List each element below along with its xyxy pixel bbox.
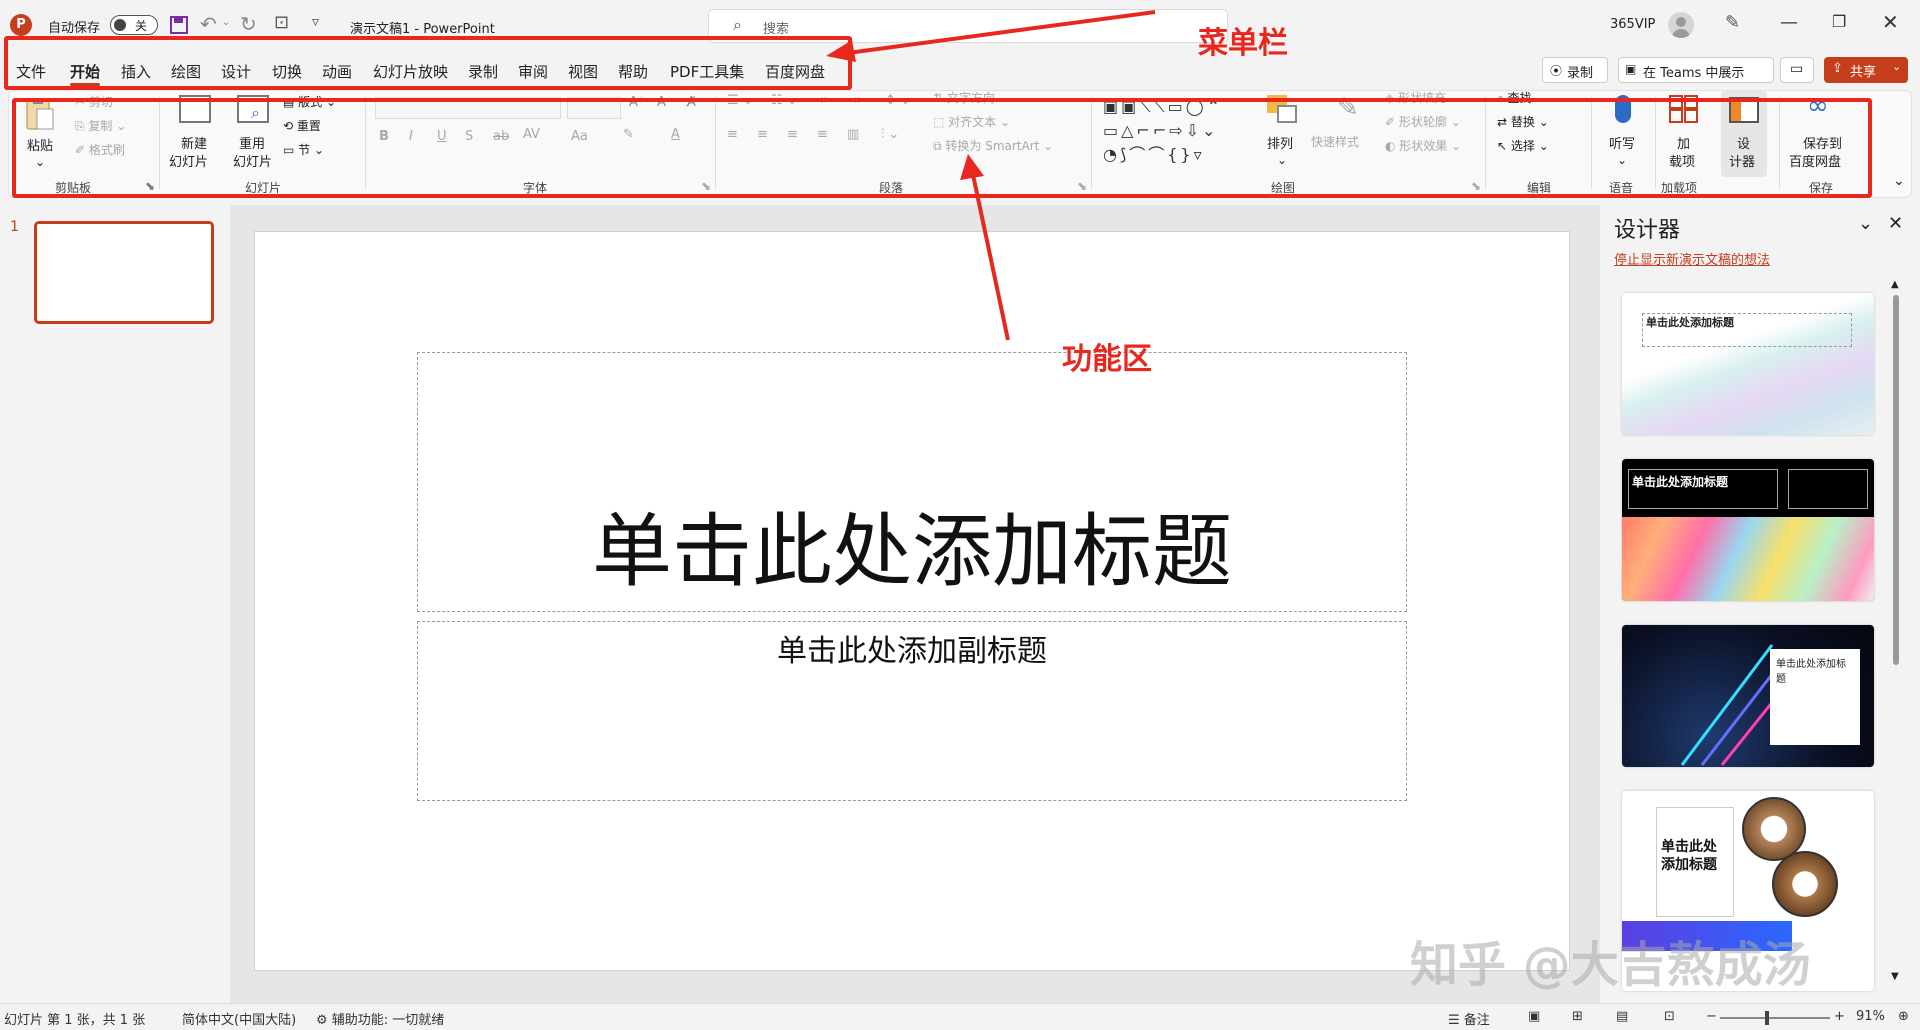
pane-options-icon[interactable]: ⌄ xyxy=(1858,213,1873,234)
account-name[interactable]: 365VIP xyxy=(1610,17,1655,32)
idea-2-title: 单击此处添加标题 xyxy=(1632,475,1729,489)
customize-toolbar-icon[interactable]: ▿ xyxy=(312,14,319,30)
pen-icon[interactable]: ✎ xyxy=(1725,12,1740,33)
menubar-highlight-box xyxy=(4,36,852,90)
search-icon: ⌕ xyxy=(733,15,742,34)
fit-slide-icon[interactable]: ⊕ xyxy=(1898,1009,1909,1024)
ribbon-highlight-box xyxy=(12,98,1872,198)
notes-button[interactable]: ☰ 备注 xyxy=(1448,1009,1490,1028)
idea-title-box: 单击此处添加标题 xyxy=(1642,313,1852,347)
idea-title-box: 单击此处添加标题 xyxy=(1628,469,1778,509)
avatar-body xyxy=(1672,29,1690,38)
idea-title-box: 单击此处添加标题 xyxy=(1656,807,1734,917)
share-icon: ⇪ xyxy=(1832,61,1843,76)
language-status[interactable]: 简体中文(中国大陆) xyxy=(182,1009,296,1028)
slide-count: 幻灯片 第 1 张，共 1 张 xyxy=(4,1013,146,1028)
accessibility-status[interactable]: ⚙ 辅助功能: 一切就绪 xyxy=(316,1009,444,1028)
slide-title: 单击此处添加标题 xyxy=(592,505,1232,598)
autosave-label: 自动保存 xyxy=(48,21,101,36)
pane-close-icon[interactable]: ✕ xyxy=(1888,213,1903,234)
slide-number: 1 xyxy=(10,219,19,235)
photo-circle-2 xyxy=(1772,851,1838,917)
ribbon-collapse-icon[interactable]: ⌄ xyxy=(1893,173,1905,189)
stop-showing-ideas-link[interactable]: 停止显示新演示文稿的想法 xyxy=(1614,249,1770,268)
notes-label: 备注 xyxy=(1463,1013,1490,1028)
zoom-level[interactable]: 91% xyxy=(1856,1009,1885,1024)
pane-scrollbar[interactable]: ▲ ▼ xyxy=(1891,279,1900,989)
document-title: 演示文稿1 - PowerPoint xyxy=(350,22,495,37)
design-idea-3[interactable]: 单击此处添加标题 xyxy=(1622,625,1874,767)
teams-present-button[interactable]: ▣ 在 Teams 中展示 xyxy=(1618,57,1774,83)
accessibility-icon: ⚙ xyxy=(316,1013,328,1028)
record-button[interactable]: ⦿ 录制 xyxy=(1542,57,1608,83)
watermark: 知乎 @大吉熬成汤 xyxy=(1410,937,1811,993)
redo-icon[interactable]: ↻ xyxy=(240,12,257,36)
slide-canvas[interactable]: 单击此处添加标题 单击此处添加副标题 xyxy=(254,231,1570,971)
save-icon[interactable] xyxy=(168,14,190,36)
design-idea-2[interactable]: 单击此处添加标题 xyxy=(1622,459,1874,601)
comments-button[interactable]: ▭ xyxy=(1780,57,1814,83)
subtitle-placeholder[interactable]: 单击此处添加副标题 xyxy=(417,621,1407,801)
share-label: 共享 xyxy=(1850,65,1877,80)
teams-icon: ▣ xyxy=(1625,62,1637,76)
powerpoint-logo-icon: P xyxy=(10,14,32,36)
designer-pane: 设计器 ⌄ ✕ 停止显示新演示文稿的想法 ▲ ▼ 单击此处添加标题 单击此处添加… xyxy=(1410,205,1920,1003)
avatar[interactable] xyxy=(1668,12,1694,38)
comment-icon: ▭ xyxy=(1790,61,1804,77)
slide-thumbnail[interactable] xyxy=(34,221,214,324)
slideshow-view-icon[interactable]: ⊡ xyxy=(1664,1009,1675,1024)
idea-4-title: 单击此处添加标题 xyxy=(1661,839,1717,873)
teams-present-label: 在 Teams 中展示 xyxy=(1643,66,1745,81)
zoom-slider-track[interactable] xyxy=(1720,1017,1830,1019)
avatar-head xyxy=(1676,17,1686,27)
undo-dropdown-icon[interactable]: ⌄ xyxy=(222,17,230,28)
notes-icon: ☰ xyxy=(1448,1013,1460,1028)
zoom-slider-thumb[interactable] xyxy=(1765,1011,1769,1025)
menubar-annotation-label: 菜单栏 xyxy=(1198,26,1288,61)
idea-subtitle-box xyxy=(1788,469,1868,509)
accessibility-label: 辅助功能: 一切就绪 xyxy=(331,1013,445,1028)
ribbon-annotation-label: 功能区 xyxy=(1062,342,1152,377)
autosave-state: 关 xyxy=(135,19,148,33)
designer-pane-title: 设计器 xyxy=(1614,218,1681,243)
reading-view-icon[interactable]: ▤ xyxy=(1616,1009,1628,1024)
title-placeholder[interactable]: 单击此处添加标题 xyxy=(417,352,1407,612)
scroll-thumb[interactable] xyxy=(1893,295,1899,665)
minimize-icon[interactable]: — xyxy=(1780,12,1798,33)
undo-icon[interactable]: ↶ xyxy=(200,12,217,36)
scroll-up-icon[interactable]: ▲ xyxy=(1891,279,1899,290)
slide-sorter-icon[interactable]: ⊞ xyxy=(1572,1009,1583,1024)
search-placeholder: 搜索 xyxy=(763,22,790,37)
share-button[interactable]: ⇪ 共享 ⌄ xyxy=(1824,57,1908,83)
toggle-knob xyxy=(114,19,126,31)
share-dropdown-icon: ⌄ xyxy=(1892,60,1902,73)
slide-thumbnail-pane: 1 xyxy=(0,205,230,1003)
zoom-out-icon[interactable]: − xyxy=(1706,1009,1717,1024)
normal-view-icon[interactable]: ▣ xyxy=(1528,1009,1540,1024)
close-icon[interactable]: ✕ xyxy=(1882,10,1899,34)
restore-icon[interactable]: ❐ xyxy=(1832,12,1846,31)
design-idea-1[interactable]: 单击此处添加标题 xyxy=(1622,293,1874,435)
slide-subtitle: 单击此处添加副标题 xyxy=(777,634,1047,669)
record-button-label: 录制 xyxy=(1567,66,1594,81)
present-icon[interactable]: ⊡ xyxy=(274,12,289,33)
idea-3-title: 单击此处添加标题 xyxy=(1776,659,1846,685)
idea-title-box: 单击此处添加标题 xyxy=(1770,649,1860,745)
status-bar: 幻灯片 第 1 张，共 1 张 简体中文(中国大陆) ⚙ 辅助功能: 一切就绪 … xyxy=(0,1003,1920,1030)
record-dot-icon: ⦿ xyxy=(1550,64,1563,78)
slide-editor: 单击此处添加标题 单击此处添加副标题 xyxy=(230,205,1600,1003)
zoom-in-icon[interactable]: + xyxy=(1834,1009,1845,1024)
autosave-toggle[interactable]: 关 xyxy=(110,15,158,35)
scroll-down-icon[interactable]: ▼ xyxy=(1891,971,1899,982)
colorful-polygon-background xyxy=(1622,517,1874,601)
idea-1-title: 单击此处添加标题 xyxy=(1646,316,1734,329)
